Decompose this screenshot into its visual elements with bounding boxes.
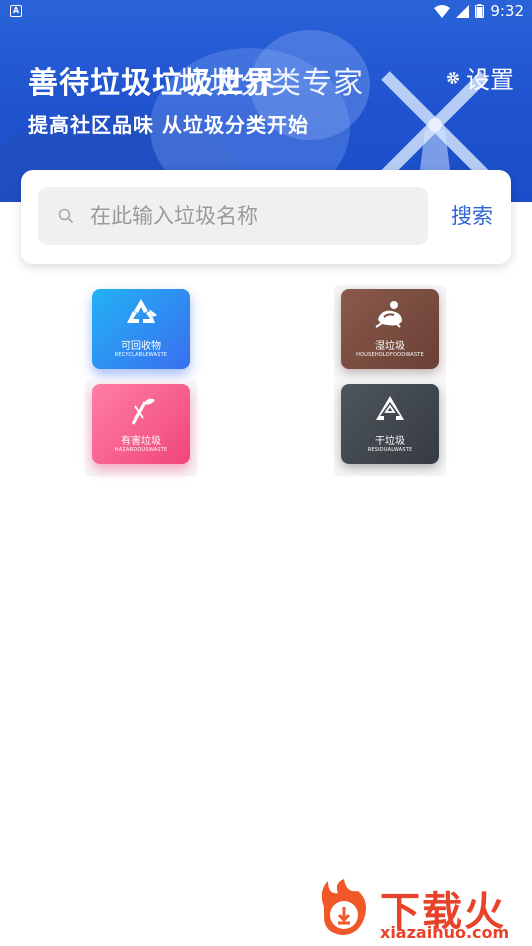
category-tile: 有害垃圾 HAZARDOUSWASTE xyxy=(92,384,190,464)
settings-button[interactable]: 设置 xyxy=(446,60,514,95)
status-icons: 9:32 xyxy=(434,2,524,20)
page-title-overlay: 垃圾分类专家 xyxy=(178,66,364,101)
category-tile: 湿垃圾 HOUSEHOLDFOODWASTE xyxy=(341,289,439,369)
search-button[interactable]: 搜索 xyxy=(451,200,493,230)
wifi-icon xyxy=(434,4,451,18)
page-subtitle: 提高社区品味 从垃圾分类开始 xyxy=(28,113,309,137)
dry-waste-icon xyxy=(376,396,404,420)
settings-label: 设置 xyxy=(466,66,514,94)
search-input[interactable] xyxy=(90,204,390,228)
category-name: 湿垃圾 xyxy=(375,341,405,352)
category-subtitle: HAZARDOUSWASTE xyxy=(114,447,168,453)
category-subtitle: RECYCLABLEWASTE xyxy=(114,352,168,358)
recycle-icon xyxy=(127,299,157,323)
flame-logo-icon xyxy=(321,879,366,935)
battery-icon xyxy=(475,4,485,18)
gear-icon xyxy=(447,71,459,84)
search-card: 搜索 xyxy=(21,170,511,264)
status-time: 9:32 xyxy=(490,2,524,20)
category-recyclable[interactable]: 可回收物 RECYCLABLEWASTE xyxy=(85,285,197,381)
category-tile: 可回收物 RECYCLABLEWASTE xyxy=(92,289,190,369)
category-name: 可回收物 xyxy=(121,341,161,352)
notification-icon: A xyxy=(10,5,22,17)
category-dry-waste[interactable]: 干垃圾 RESIDUALWASTE xyxy=(334,380,446,476)
category-subtitle: HOUSEHOLDFOODWASTE xyxy=(356,352,424,358)
watermark: 下载火 xiazaihuo.com xyxy=(310,875,530,943)
search-icon xyxy=(58,208,74,224)
category-wet-waste[interactable]: 湿垃圾 HOUSEHOLDFOODWASTE xyxy=(334,285,446,381)
category-subtitle: RESIDUALWASTE xyxy=(367,447,413,453)
hazard-icon xyxy=(131,398,155,425)
search-box[interactable] xyxy=(38,187,428,245)
category-hazardous[interactable]: 有害垃圾 HAZARDOUSWASTE xyxy=(85,380,197,476)
watermark-url: xiazaihuo.com xyxy=(380,923,510,942)
food-waste-icon xyxy=(375,301,402,328)
category-name: 干垃圾 xyxy=(375,436,405,447)
app-screen: A 9:32 善待垃圾垃圾世界 垃圾分类专家 提高社区品味 从垃圾分类开始 设置 xyxy=(0,0,532,946)
status-bar: A 9:32 xyxy=(0,0,532,24)
category-name: 有害垃圾 xyxy=(121,436,161,447)
signal-icon xyxy=(456,4,470,18)
category-tile: 干垃圾 RESIDUALWASTE xyxy=(341,384,439,464)
